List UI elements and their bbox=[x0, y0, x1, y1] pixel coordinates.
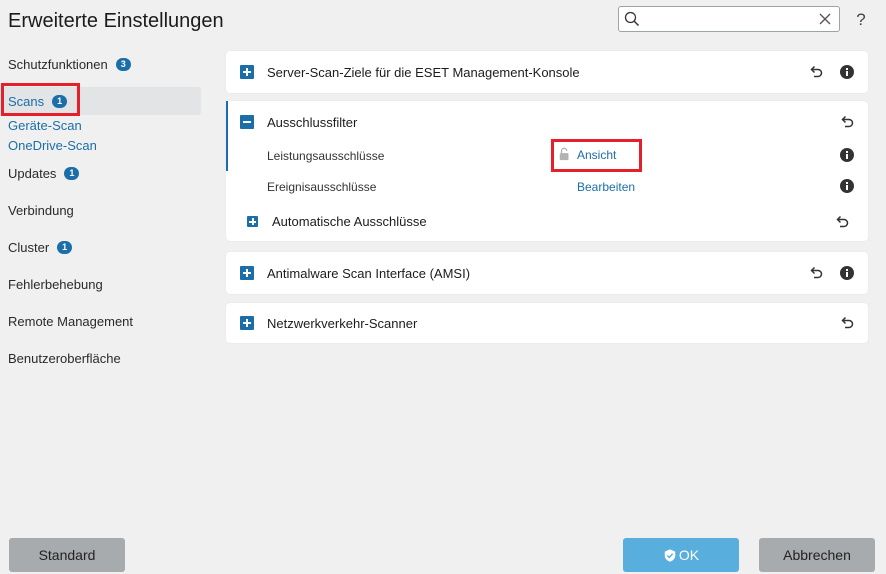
section-netzwerkverkehr-scanner: Netzwerkverkehr-Scanner bbox=[226, 303, 868, 343]
info-icon[interactable] bbox=[839, 178, 855, 194]
revert-icon[interactable] bbox=[808, 265, 824, 281]
view-link[interactable]: Ansicht bbox=[577, 148, 616, 162]
expand-icon[interactable] bbox=[240, 65, 254, 79]
subsection-title[interactable]: Automatische Ausschlüsse bbox=[272, 214, 427, 229]
count-badge: 1 bbox=[57, 241, 73, 254]
search-icon bbox=[624, 11, 640, 27]
edit-link[interactable]: Bearbeiten bbox=[577, 180, 635, 194]
sidebar-item-scans[interactable]: Scans 1 bbox=[0, 87, 201, 115]
sidebar-item-fehlerbehebung[interactable]: Fehlerbehebung bbox=[0, 266, 210, 303]
info-icon[interactable] bbox=[839, 64, 855, 80]
expand-icon[interactable] bbox=[240, 316, 254, 330]
setting-label-ereignisausschluesse: Ereignisausschlüsse bbox=[267, 180, 377, 194]
standard-button[interactable]: Standard bbox=[9, 538, 125, 572]
section-header[interactable]: Server-Scan-Ziele für die ESET Managemen… bbox=[226, 51, 868, 93]
info-icon[interactable] bbox=[839, 147, 855, 163]
sidebar-item-updates[interactable]: Updates 1 bbox=[0, 155, 210, 192]
sidebar-item-verbindung[interactable]: Verbindung bbox=[0, 192, 210, 229]
cancel-button[interactable]: Abbrechen bbox=[759, 538, 875, 572]
sidebar-item-label: Schutzfunktionen bbox=[8, 57, 108, 72]
setting-label-leistungsausschluesse: Leistungsausschlüsse bbox=[267, 149, 385, 163]
sidebar: Schutzfunktionen 3 Scans 1 Geräte-Scan O… bbox=[0, 46, 210, 377]
search-input[interactable] bbox=[643, 10, 813, 28]
revert-icon[interactable] bbox=[839, 315, 855, 331]
clear-icon[interactable] bbox=[817, 11, 833, 27]
sidebar-item-label: Verbindung bbox=[8, 203, 74, 218]
count-badge: 3 bbox=[115, 58, 131, 71]
lock-open-icon bbox=[559, 147, 569, 161]
shield-icon bbox=[664, 548, 676, 562]
sidebar-item-onedrive-scan[interactable]: OneDrive-Scan bbox=[0, 135, 210, 155]
help-icon[interactable]: ? bbox=[854, 10, 868, 30]
sidebar-item-label: Benutzeroberfläche bbox=[8, 351, 121, 366]
sidebar-item-geraete-scan[interactable]: Geräte-Scan bbox=[0, 115, 210, 135]
sidebar-item-label: Cluster bbox=[8, 240, 50, 255]
revert-icon[interactable] bbox=[839, 114, 855, 130]
section-server-scan-ziele: Server-Scan-Ziele für die ESET Managemen… bbox=[226, 51, 868, 93]
count-badge: 1 bbox=[64, 167, 80, 180]
search-box[interactable] bbox=[618, 6, 840, 32]
section-title: Ausschlussfilter bbox=[267, 114, 358, 130]
section-ausschlussfilter: Ausschlussfilter Leistungsausschlüsse An… bbox=[226, 101, 868, 241]
sidebar-item-benutzeroberflaeche[interactable]: Benutzeroberfläche bbox=[0, 340, 210, 377]
section-amsi: Antimalware Scan Interface (AMSI) bbox=[226, 252, 868, 294]
sidebar-item-label: Fehlerbehebung bbox=[8, 277, 103, 292]
sidebar-item-label: Remote Management bbox=[8, 314, 134, 329]
collapse-icon[interactable] bbox=[240, 115, 254, 129]
ok-label: OK bbox=[678, 547, 700, 563]
expand-icon[interactable] bbox=[240, 266, 254, 280]
revert-icon[interactable] bbox=[808, 64, 824, 80]
section-title: Server-Scan-Ziele für die ESET Managemen… bbox=[267, 64, 580, 80]
section-header[interactable]: Antimalware Scan Interface (AMSI) bbox=[226, 252, 868, 294]
info-icon[interactable] bbox=[839, 265, 855, 281]
window-title: Erweiterte Einstellungen bbox=[8, 10, 224, 32]
sidebar-item-schutzfunktionen[interactable]: Schutzfunktionen 3 bbox=[0, 46, 210, 83]
section-header[interactable]: Netzwerkverkehr-Scanner bbox=[226, 303, 868, 343]
revert-icon[interactable] bbox=[834, 214, 850, 230]
sidebar-item-remote-management[interactable]: Remote Management bbox=[0, 303, 210, 340]
section-title: Netzwerkverkehr-Scanner bbox=[267, 315, 418, 331]
count-badge: 1 bbox=[52, 94, 68, 108]
section-header[interactable]: Ausschlussfilter bbox=[226, 101, 868, 143]
expand-icon[interactable] bbox=[247, 216, 258, 227]
section-title: Antimalware Scan Interface (AMSI) bbox=[267, 265, 471, 281]
ok-button[interactable]: OK bbox=[623, 538, 739, 572]
sidebar-item-label: Updates bbox=[8, 166, 57, 181]
sidebar-item-cluster[interactable]: Cluster 1 bbox=[0, 229, 210, 266]
sidebar-item-label: Scans bbox=[8, 93, 45, 109]
